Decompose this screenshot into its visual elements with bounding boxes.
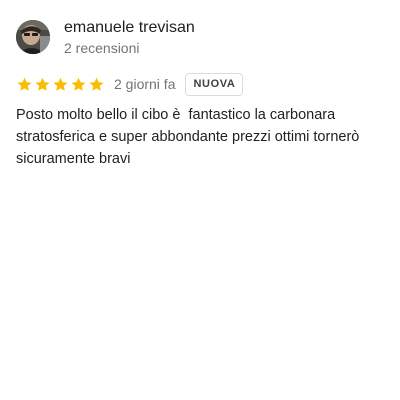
review-header: emanuele trevisan 2 recensioni [16,18,388,56]
star-icon [52,76,69,93]
star-icon [88,76,105,93]
rating-row: 2 giorni fa NUOVA [16,72,388,96]
star-icon [16,76,33,93]
profile-photo-icon [16,20,50,54]
star-icon [70,76,87,93]
reviewer-info: emanuele trevisan 2 recensioni [64,18,195,57]
review-date: 2 giorni fa [114,76,176,92]
new-badge: NUOVA [185,72,244,96]
review-text: Posto molto bello il cibo è fantastico l… [16,107,364,167]
reviewer-name[interactable]: emanuele trevisan [64,18,195,38]
reviewer-review-count: 2 recensioni [64,39,140,56]
avatar[interactable] [16,20,50,54]
review-card: emanuele trevisan 2 recensioni 2 giorni … [16,18,388,170]
star-icon [34,76,51,93]
star-rating [16,76,106,93]
